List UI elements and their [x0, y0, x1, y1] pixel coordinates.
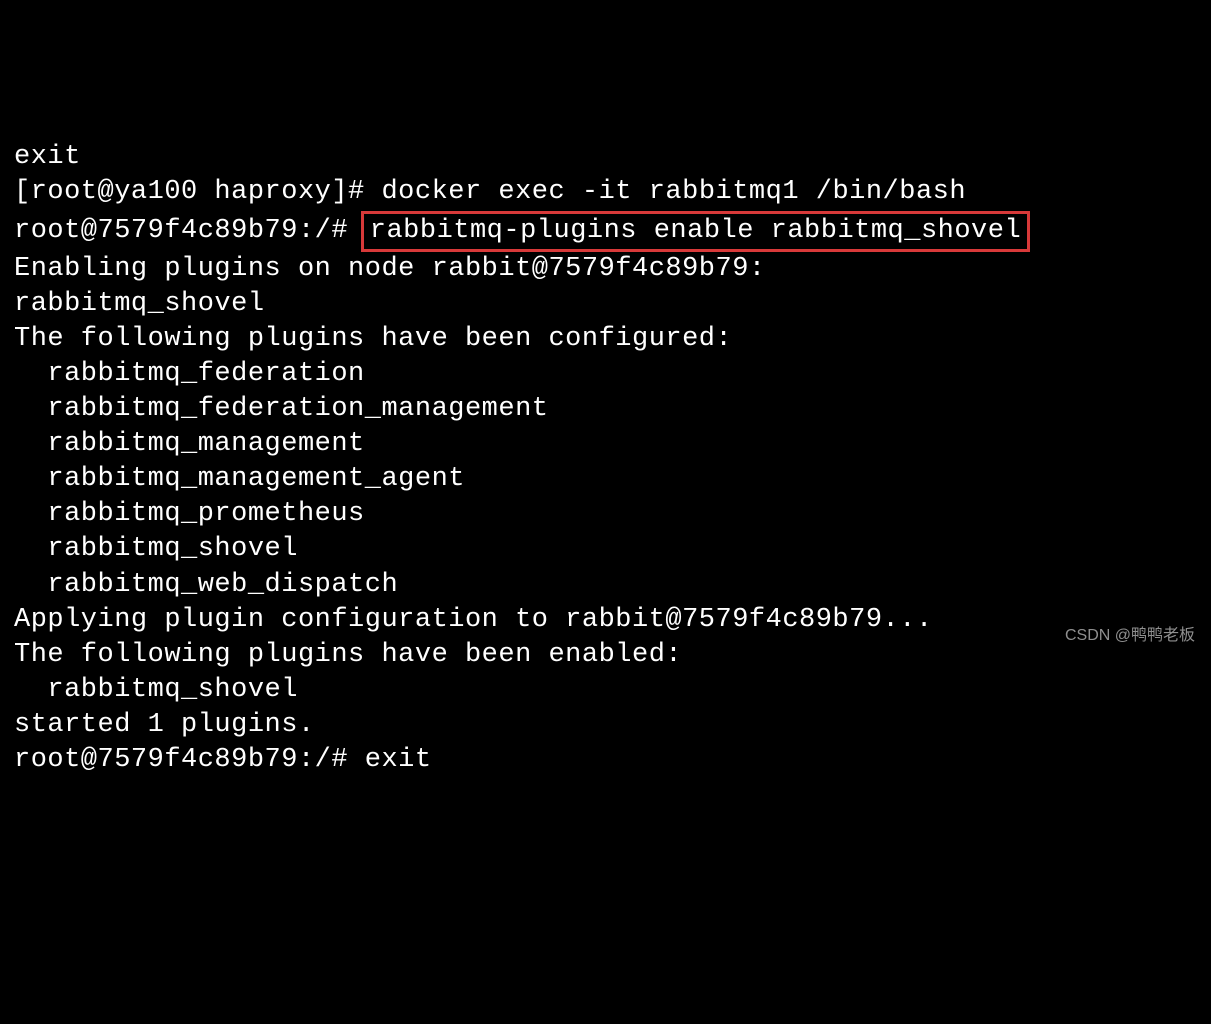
output-line: rabbitmq_shovel: [14, 287, 1197, 322]
command-line: root@7579f4c89b79:/# exit: [14, 743, 1197, 778]
terminal-output[interactable]: exit[root@ya100 haproxy]# docker exec -i…: [14, 140, 1197, 778]
watermark-text: CSDN @鸭鸭老板: [1065, 626, 1195, 647]
command-line: [root@ya100 haproxy]# docker exec -it ra…: [14, 175, 1197, 210]
command-line: root@7579f4c89b79:/# rabbitmq-plugins en…: [14, 211, 1197, 252]
output-line: rabbitmq_management_agent: [14, 462, 1197, 497]
output-line: Applying plugin configuration to rabbit@…: [14, 603, 1197, 638]
output-line: rabbitmq_web_dispatch: [14, 568, 1197, 603]
command-text: exit: [365, 745, 432, 775]
output-line: rabbitmq_federation_management: [14, 392, 1197, 427]
shell-prompt: [root@ya100 haproxy]#: [14, 177, 381, 207]
output-line: The following plugins have been enabled:: [14, 638, 1197, 673]
command-text: docker exec -it rabbitmq1 /bin/bash: [381, 177, 966, 207]
output-line: started 1 plugins.: [14, 708, 1197, 743]
output-line: rabbitmq_shovel: [14, 532, 1197, 567]
shell-prompt: root@7579f4c89b79:/#: [14, 745, 365, 775]
output-line: rabbitmq_prometheus: [14, 497, 1197, 532]
output-line: exit: [14, 140, 1197, 175]
output-line: Enabling plugins on node rabbit@7579f4c8…: [14, 252, 1197, 287]
output-line: rabbitmq_shovel: [14, 673, 1197, 708]
output-line: The following plugins have been configur…: [14, 322, 1197, 357]
output-line: rabbitmq_federation: [14, 357, 1197, 392]
shell-prompt: root@7579f4c89b79:/#: [14, 216, 365, 246]
output-line: rabbitmq_management: [14, 427, 1197, 462]
highlighted-command: rabbitmq-plugins enable rabbitmq_shovel: [361, 211, 1030, 252]
